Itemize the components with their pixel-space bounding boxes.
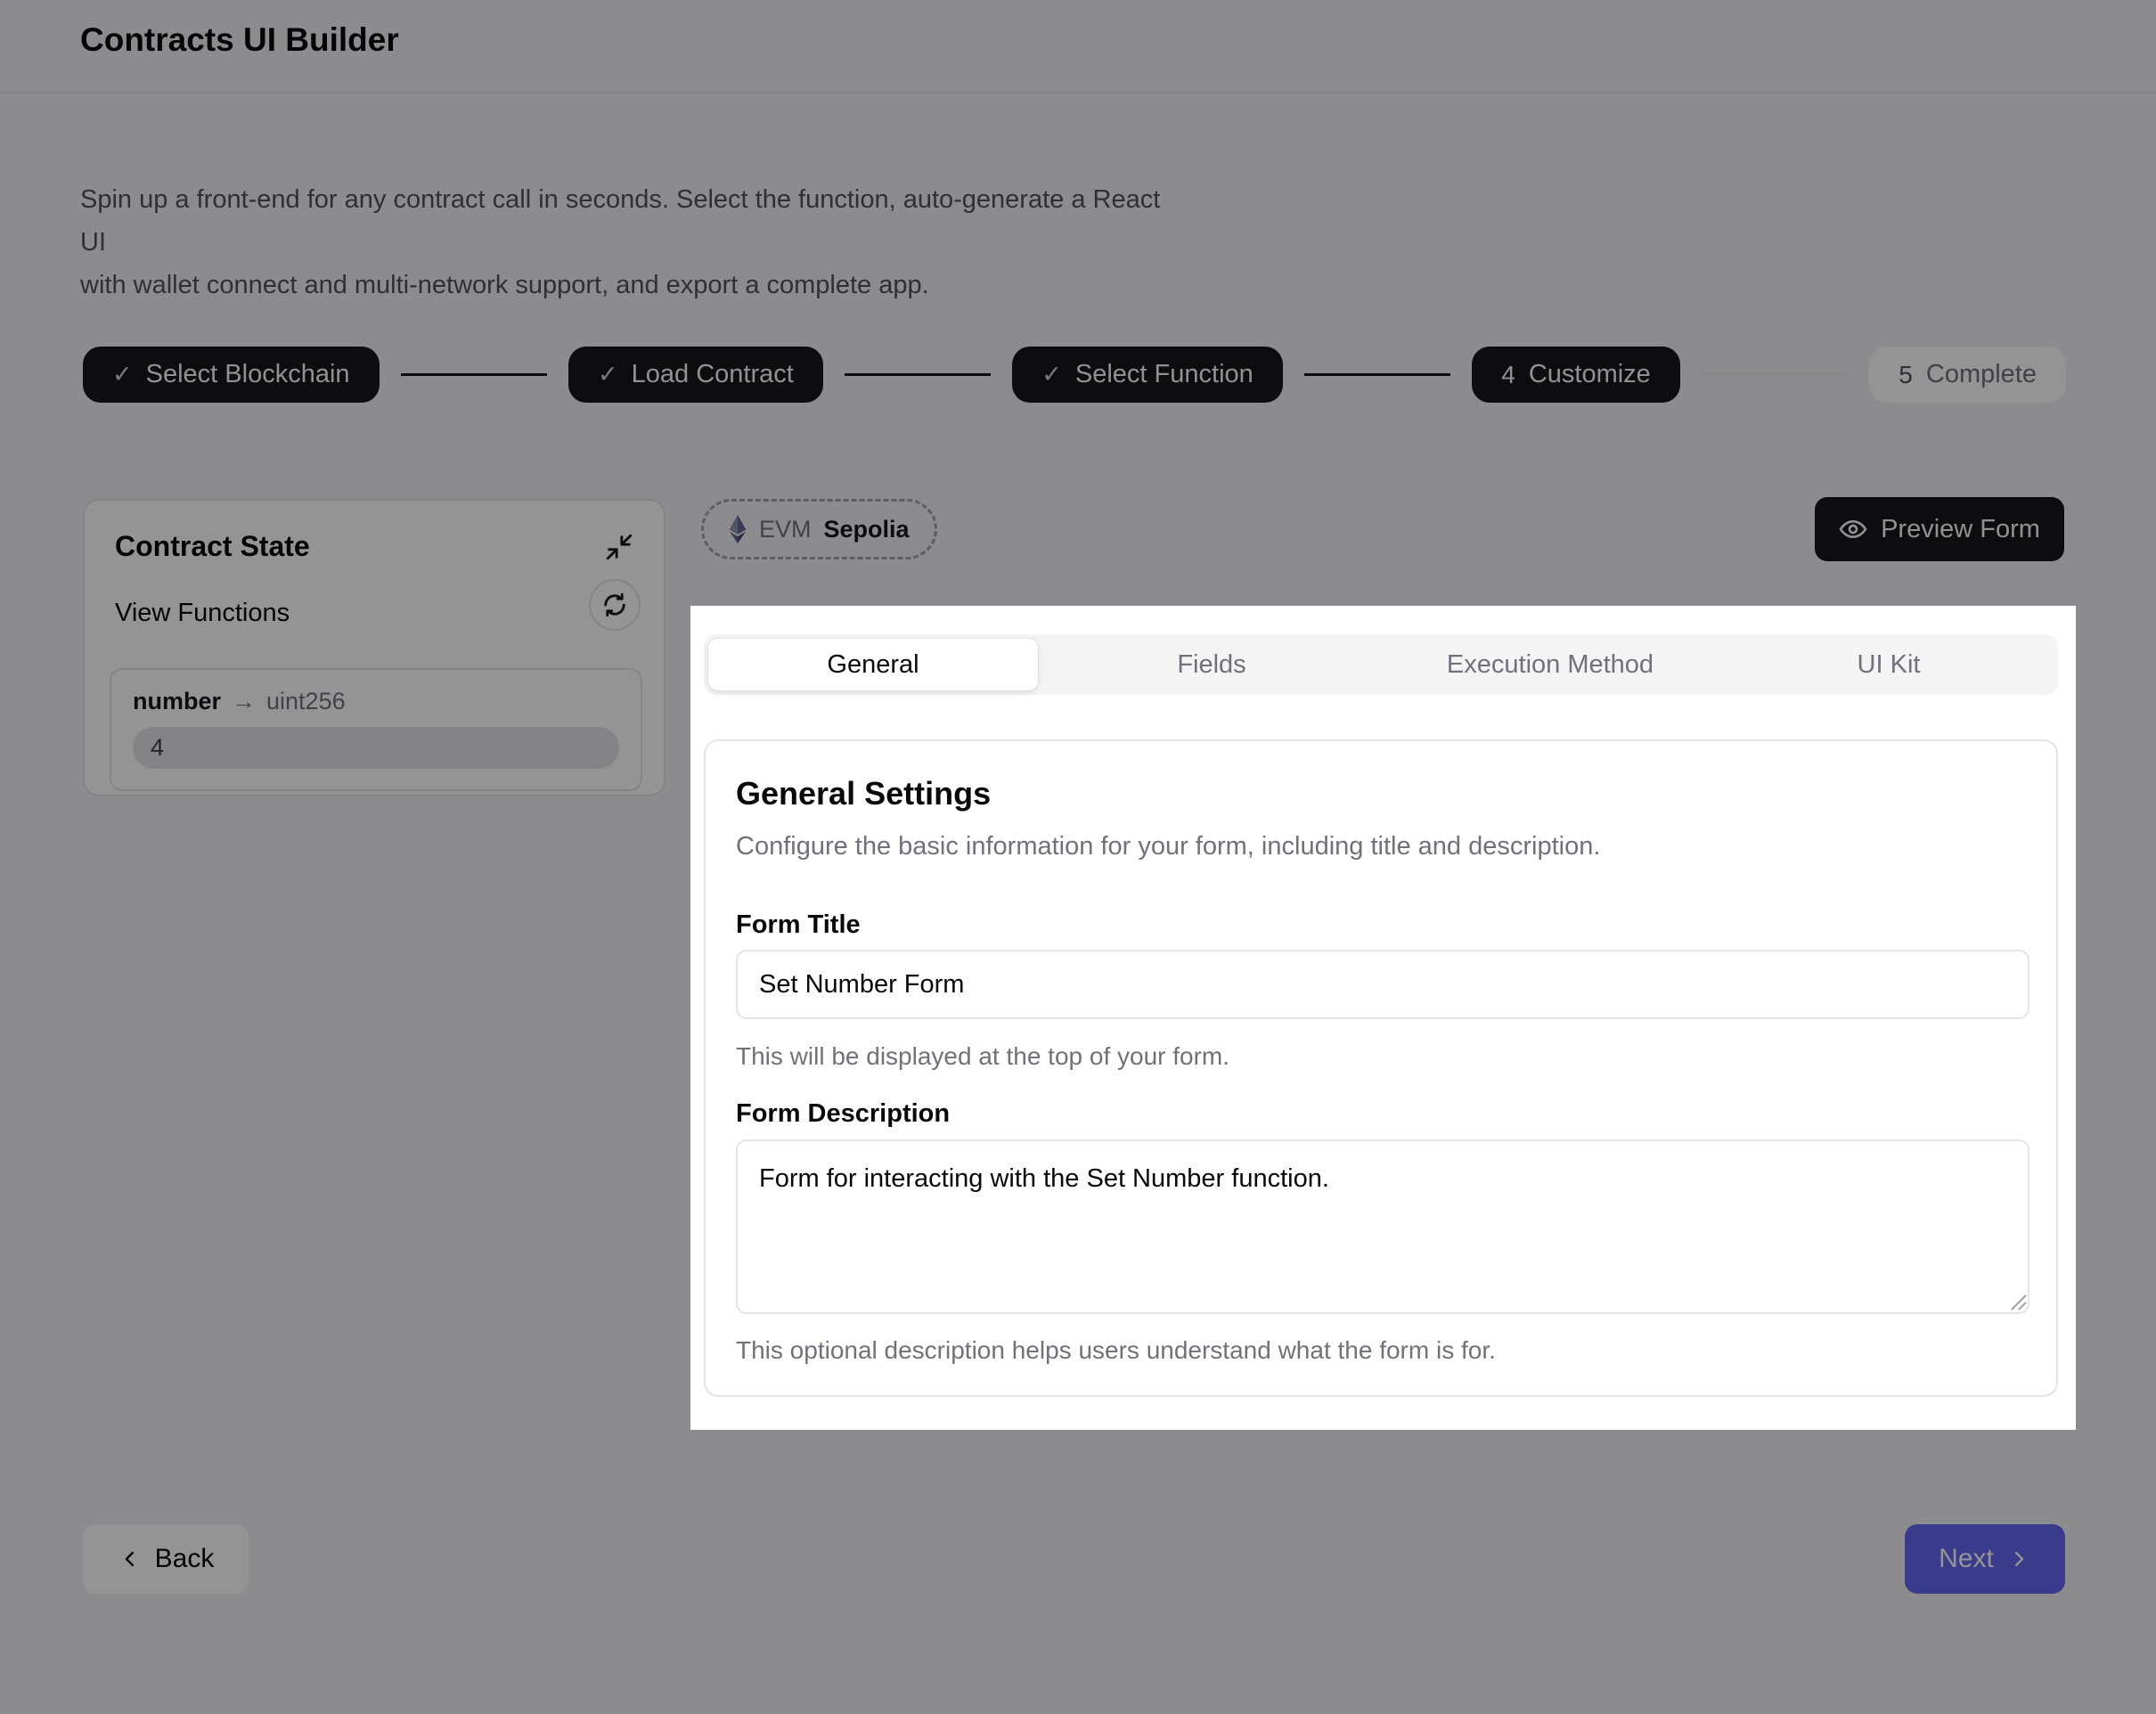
tab-ui-kit[interactable]: UI Kit bbox=[1719, 634, 2058, 695]
network-selector-chip[interactable]: EVM Sepolia bbox=[701, 499, 937, 559]
view-functions-label[interactable]: View Functions bbox=[115, 599, 290, 628]
check-icon: ✓ bbox=[1041, 363, 1062, 387]
step-connector bbox=[1304, 373, 1450, 376]
arrow-icon: → bbox=[232, 688, 256, 715]
contract-state-card: Contract State View Functions number → u… bbox=[83, 499, 666, 796]
ethereum-icon bbox=[729, 515, 747, 543]
tab-general[interactable]: General bbox=[708, 639, 1038, 690]
function-signature: number → uint256 bbox=[133, 688, 619, 715]
step-label: Complete bbox=[1926, 360, 2037, 389]
app-header: Contracts UI Builder bbox=[0, 0, 2156, 94]
intro-text: Spin up a front-end for any contract cal… bbox=[80, 178, 1167, 306]
customize-tabbar: General Fields Execution Method UI Kit bbox=[704, 634, 2058, 695]
tab-execution-method[interactable]: Execution Method bbox=[1381, 634, 1719, 695]
general-settings-title: General Settings bbox=[736, 775, 991, 812]
refresh-icon bbox=[601, 592, 628, 618]
back-label: Back bbox=[155, 1544, 215, 1574]
function-item-number[interactable]: number → uint256 4 bbox=[110, 668, 642, 791]
network-name: Sepolia bbox=[824, 516, 910, 543]
chevron-right-icon bbox=[2006, 1547, 2031, 1571]
step-complete: 5 Complete bbox=[1869, 347, 2066, 403]
step-number: 5 bbox=[1899, 361, 1913, 389]
collapse-button[interactable] bbox=[601, 529, 637, 565]
general-settings-card: General Settings Configure the basic inf… bbox=[704, 739, 2058, 1397]
app-title: Contracts UI Builder bbox=[80, 21, 399, 59]
preview-form-label: Preview Form bbox=[1881, 515, 2040, 544]
function-name: number bbox=[133, 688, 221, 715]
step-customize[interactable]: 4 Customize bbox=[1472, 347, 1680, 403]
intro-line-1: Spin up a front-end for any contract cal… bbox=[80, 178, 1167, 264]
preview-form-button[interactable]: Preview Form bbox=[1815, 497, 2064, 561]
intro-line-2: with wallet connect and multi-network su… bbox=[80, 264, 1167, 306]
general-settings-description: Configure the basic information for your… bbox=[736, 832, 1600, 861]
minimize-icon bbox=[604, 532, 634, 562]
form-title-label: Form Title bbox=[736, 910, 861, 940]
form-description-help: This optional description helps users un… bbox=[736, 1336, 1496, 1365]
network-ecosystem: EVM bbox=[759, 516, 812, 543]
tab-fields[interactable]: Fields bbox=[1042, 634, 1381, 695]
step-number: 4 bbox=[1501, 361, 1515, 389]
step-load-contract[interactable]: ✓ Load Contract bbox=[568, 347, 823, 403]
check-icon: ✓ bbox=[598, 363, 618, 387]
next-button[interactable]: Next bbox=[1905, 1524, 2065, 1594]
form-title-input[interactable] bbox=[736, 950, 2029, 1019]
step-label: Select Function bbox=[1075, 360, 1254, 389]
form-description-label: Form Description bbox=[736, 1099, 950, 1129]
function-return-type: uint256 bbox=[266, 688, 346, 715]
step-label: Select Blockchain bbox=[146, 360, 350, 389]
eye-icon bbox=[1839, 515, 1867, 543]
chevron-left-icon bbox=[118, 1547, 143, 1571]
step-select-blockchain[interactable]: ✓ Select Blockchain bbox=[83, 347, 380, 403]
refresh-button[interactable] bbox=[589, 579, 641, 631]
step-label: Customize bbox=[1529, 360, 1651, 389]
back-button[interactable]: Back bbox=[83, 1524, 249, 1594]
form-description-textarea[interactable]: Form for interacting with the Set Number… bbox=[736, 1139, 2029, 1314]
contract-state-title: Contract State bbox=[115, 530, 310, 563]
step-select-function[interactable]: ✓ Select Function bbox=[1012, 347, 1283, 403]
step-connector bbox=[1702, 373, 1848, 376]
step-connector bbox=[845, 373, 991, 376]
step-connector bbox=[401, 373, 547, 376]
function-result-value: 4 bbox=[133, 727, 619, 769]
step-label: Load Contract bbox=[632, 360, 794, 389]
check-icon: ✓ bbox=[112, 363, 133, 387]
next-label: Next bbox=[1939, 1544, 1994, 1574]
form-title-help: This will be displayed at the top of you… bbox=[736, 1042, 1229, 1071]
wizard-stepper: ✓ Select Blockchain ✓ Load Contract ✓ Se… bbox=[83, 347, 2066, 403]
